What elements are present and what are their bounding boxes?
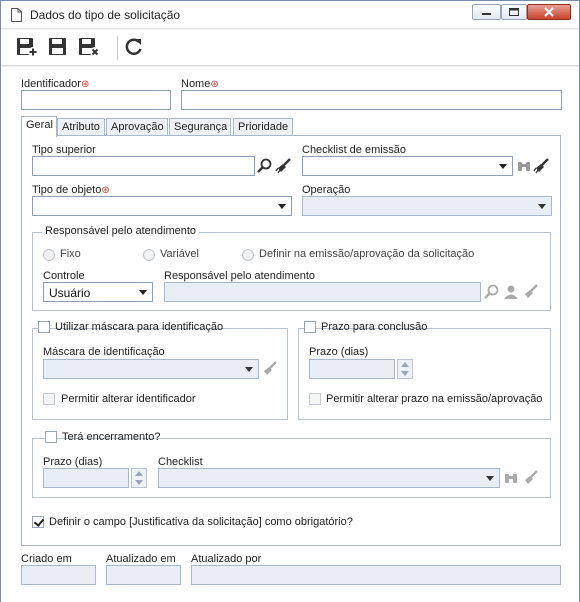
tab-prioridade[interactable]: Prioridade — [233, 118, 293, 136]
prazo-group-legend: Prazo para conclusão — [321, 321, 428, 333]
document-icon — [11, 8, 22, 22]
prazo-dias-label: Prazo (dias) — [309, 346, 369, 358]
operacao-label: Operação — [302, 184, 351, 196]
name-label: Nome⊛ — [181, 78, 219, 90]
tipo-objeto-select[interactable] — [32, 196, 292, 216]
tipo-superior-input[interactable] — [32, 156, 255, 176]
close-button[interactable] — [527, 4, 571, 20]
permitir-prazo-label: Permitir alterar prazo na emissão/aprova… — [326, 393, 543, 405]
required-icon: ⊛ — [210, 79, 219, 90]
maximize-button[interactable] — [501, 4, 527, 20]
permitir-prazo-checkbox[interactable] — [309, 393, 321, 405]
responsavel-group-legend: Responsável pelo atendimento — [42, 225, 200, 237]
radio-definir[interactable] — [242, 249, 254, 261]
mascara-label: Máscara de identificação — [43, 346, 165, 358]
criado-em-field — [21, 565, 96, 585]
minimize-icon — [482, 13, 491, 15]
mascara-group-legend: Utilizar máscara para identificação — [55, 321, 224, 333]
encerramento-spinner[interactable] — [131, 468, 147, 488]
radio-variavel[interactable] — [143, 249, 155, 261]
radio-definir-label: Definir na emissão/aprovação da solicita… — [259, 248, 475, 260]
operacao-select[interactable] — [302, 196, 552, 216]
radio-fixo-label: Fixo — [60, 248, 81, 260]
form-content: Identificador⊛ Nome⊛ Geral Atributo Apro… — [1, 67, 579, 602]
atualizado-em-field — [106, 565, 181, 585]
toolbar — [1, 30, 579, 66]
tab-panel-geral: Tipo superior Checklist de emissão Tipo … — [21, 135, 561, 546]
save-close-icon[interactable] — [77, 36, 101, 58]
tipo-superior-label: Tipo superior — [32, 144, 96, 156]
radio-variavel-label: Variável — [160, 248, 199, 260]
permitir-identificador-label: Permitir alterar identificador — [61, 393, 196, 405]
clear-icon[interactable] — [522, 283, 540, 301]
encerramento-group-legend: Terá encerramento? — [62, 431, 161, 443]
mascara-select[interactable] — [43, 359, 259, 379]
encerramento-prazo-label: Prazo (dias) — [43, 456, 103, 468]
tab-seguranca[interactable]: Segurança — [169, 118, 231, 136]
responsavel-label: Responsável pelo atendimento — [164, 270, 316, 282]
justificativa-label: Definir o campo [Justificativa da solici… — [49, 516, 353, 528]
binoculars-icon[interactable] — [515, 157, 533, 175]
user-icon[interactable] — [502, 283, 520, 301]
mascara-checkbox[interactable] — [38, 321, 50, 333]
justificativa-checkbox[interactable] — [32, 516, 44, 528]
tab-aprovacao[interactable]: Aprovação — [106, 118, 168, 136]
toolbar-separator — [117, 36, 118, 60]
encerramento-checklist-select[interactable] — [158, 468, 500, 488]
save-icon[interactable] — [46, 36, 70, 58]
radio-fixo[interactable] — [43, 249, 55, 261]
controle-label: Controle — [43, 270, 85, 282]
identifier-input[interactable] — [21, 90, 171, 110]
required-icon: ⊛ — [101, 185, 110, 196]
clear-icon[interactable] — [533, 157, 551, 175]
binoculars-icon[interactable] — [502, 469, 520, 487]
encerramento-checklist-label: Checklist — [158, 456, 203, 468]
encerramento-checkbox[interactable] — [45, 431, 57, 443]
mascara-group: Utilizar máscara para identificação Másc… — [32, 321, 288, 420]
controle-select[interactable]: Usuário — [43, 282, 153, 302]
window-title: Dados do tipo de solicitação — [30, 8, 181, 22]
close-icon — [544, 7, 554, 17]
checklist-emissao-label: Checklist de emissão — [302, 144, 406, 156]
tipo-objeto-label: Tipo de objeto⊛ — [32, 184, 110, 196]
criado-em-label: Criado em — [21, 553, 72, 565]
encerramento-prazo-input[interactable] — [43, 468, 129, 488]
minimize-button[interactable] — [472, 4, 501, 20]
search-icon[interactable] — [483, 283, 501, 301]
clear-icon[interactable] — [261, 360, 279, 378]
identifier-label: Identificador⊛ — [21, 78, 90, 90]
search-icon[interactable] — [256, 157, 274, 175]
atualizado-por-field — [191, 565, 561, 585]
prazo-group: Prazo para conclusão Prazo (dias) Permit… — [298, 321, 551, 420]
responsavel-input[interactable] — [164, 282, 481, 302]
tab-atributo[interactable]: Atributo — [57, 118, 105, 136]
refresh-icon[interactable] — [122, 36, 146, 58]
title-bar: Dados do tipo de solicitação — [1, 1, 579, 29]
required-icon: ⊛ — [80, 79, 90, 90]
responsavel-group: Responsável pelo atendimento Fixo Variáv… — [32, 225, 551, 311]
permitir-identificador-checkbox[interactable] — [43, 393, 55, 405]
dialog-window: Dados do tipo de solicitação Identificad… — [0, 0, 580, 602]
name-input[interactable] — [181, 90, 562, 110]
checklist-emissao-select[interactable] — [302, 156, 513, 176]
save-new-icon[interactable] — [15, 36, 39, 58]
encerramento-group: Terá encerramento? Prazo (dias) Checklis… — [32, 431, 551, 498]
clear-icon[interactable] — [522, 469, 540, 487]
maximize-icon — [509, 8, 519, 16]
prazo-dias-input[interactable] — [309, 359, 395, 379]
prazo-spinner[interactable] — [397, 359, 413, 379]
atualizado-em-label: Atualizado em — [106, 553, 176, 565]
clear-icon[interactable] — [275, 157, 293, 175]
tab-geral[interactable]: Geral — [21, 116, 57, 137]
prazo-checkbox[interactable] — [304, 321, 316, 333]
atualizado-por-label: Atualizado por — [191, 553, 262, 565]
